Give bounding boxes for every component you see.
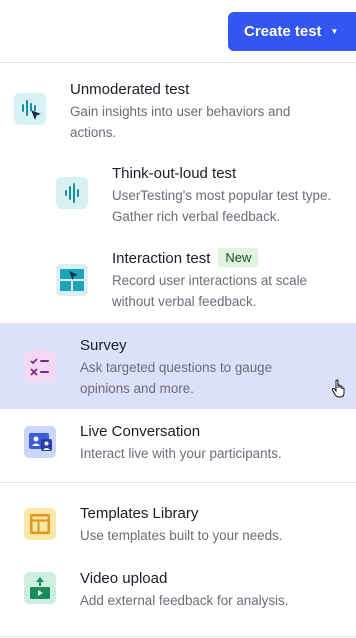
live-conversation-title: Live Conversation — [80, 423, 201, 440]
menu-bottom-border — [0, 636, 356, 637]
live-conversation-description: Interact live with your participants. — [80, 446, 282, 461]
live-conversation-icon — [24, 426, 56, 458]
interaction-title: Interaction test — [112, 250, 211, 267]
menu-item-live-conversation[interactable]: Live Conversation Interact live with you… — [0, 409, 356, 479]
menu-item-templates-library[interactable]: Templates Library Use templates built to… — [0, 483, 356, 548]
menu-item-unmoderated-test[interactable]: Unmoderated test Gain insights into user… — [0, 63, 356, 149]
menu-item-video-upload[interactable]: Video upload Add external feedback for a… — [0, 548, 356, 614]
templates-description: Use templates built to your needs. — [80, 528, 283, 543]
menu-item-survey[interactable]: Survey Ask targeted questions to gauge o… — [0, 323, 356, 409]
unmoderated-description: Gain insights into user behaviors and ac… — [70, 104, 291, 140]
menu-item-think-out-loud-test[interactable]: Think-out-loud test UserTesting's most p… — [0, 149, 356, 235]
templates-icon — [24, 508, 56, 540]
header: Create test ▼ — [0, 0, 356, 63]
think-out-loud-description: UserTesting's most popular test type. Ga… — [112, 188, 332, 224]
think-out-loud-title: Think-out-loud test — [112, 165, 237, 182]
unmoderated-icon — [14, 93, 46, 125]
create-test-label: Create test — [244, 23, 322, 40]
survey-icon — [24, 350, 56, 382]
interaction-description: Record user interactions at scale withou… — [112, 273, 308, 309]
video-upload-description: Add external feedback for analysis. — [80, 593, 289, 608]
unmoderated-title: Unmoderated test — [70, 81, 190, 98]
menu-item-interaction-test[interactable]: Interaction test New Record user interact… — [0, 235, 356, 323]
waveform-icon — [56, 177, 88, 209]
hand-cursor-icon — [331, 379, 345, 398]
survey-title: Survey — [80, 337, 127, 354]
video-upload-icon — [24, 572, 56, 604]
create-test-button[interactable]: Create test ▼ — [228, 12, 356, 51]
templates-title: Templates Library — [80, 505, 199, 522]
caret-down-icon: ▼ — [330, 26, 339, 36]
survey-description: Ask targeted questions to gauge opinions… — [80, 360, 273, 396]
video-upload-title: Video upload — [80, 570, 168, 587]
interaction-title-row: Interaction test New — [112, 248, 259, 267]
new-badge: New — [218, 248, 259, 267]
interaction-icon — [56, 264, 88, 296]
